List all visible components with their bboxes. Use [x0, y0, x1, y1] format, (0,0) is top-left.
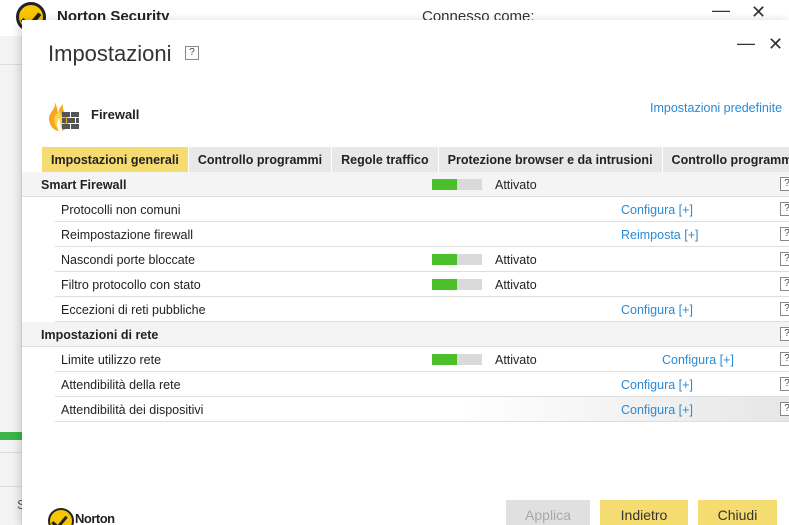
configure-link[interactable]: Configura [+]: [662, 353, 734, 367]
settings-section-header: Smart Firewall Attivato ?: [22, 172, 789, 197]
setting-label: Smart Firewall: [41, 178, 127, 192]
norton-logo-icon: [48, 508, 74, 525]
settings-row: Protocolli non comuni Configura [+] ?: [55, 197, 789, 222]
help-icon[interactable]: ?: [780, 302, 789, 316]
settings-section-header: Impostazioni di rete ?: [22, 322, 789, 347]
settings-dialog: Impostazioni ? — ✕ Firewall Impostazioni…: [22, 20, 789, 525]
side-divider: [0, 64, 22, 65]
configure-link[interactable]: Configura [+]: [621, 378, 693, 392]
default-settings-link[interactable]: Impostazioni predefinite: [650, 101, 782, 115]
side-divider: [0, 452, 22, 453]
toggle-fill: [432, 354, 457, 365]
settings-row: Nascondi porte bloccate Attivato ?: [55, 247, 789, 272]
reset-link[interactable]: Reimposta [+]: [621, 228, 698, 242]
tab-general-settings[interactable]: Impostazioni generali: [42, 147, 189, 172]
apply-button[interactable]: Applica: [506, 500, 590, 525]
setting-label: Attendibilità dei dispositivi: [61, 403, 204, 417]
main-window-minimize-icon[interactable]: —: [712, 0, 730, 21]
firewall-section-title: Firewall: [91, 107, 140, 122]
setting-status: Attivato: [495, 178, 537, 192]
setting-status: Attivato: [495, 278, 537, 292]
settings-row: Attendibilità della rete Configura [+] ?: [55, 372, 789, 397]
help-icon[interactable]: ?: [780, 277, 789, 291]
help-icon[interactable]: ?: [780, 252, 789, 266]
help-icon[interactable]: ?: [780, 327, 789, 341]
network-usage-limit-toggle[interactable]: [432, 354, 482, 365]
stateful-protocol-filter-toggle[interactable]: [432, 279, 482, 290]
toggle-fill: [432, 254, 457, 265]
settings-row: Reimpostazione firewall Reimposta [+] ?: [55, 222, 789, 247]
settings-row: Limite utilizzo rete Attivato Configura …: [55, 347, 789, 372]
tab-traffic-rules[interactable]: Regole traffico: [332, 147, 439, 172]
help-icon[interactable]: ?: [185, 46, 199, 60]
back-button[interactable]: Indietro: [600, 500, 688, 525]
help-icon[interactable]: ?: [780, 352, 789, 366]
help-icon[interactable]: ?: [780, 202, 789, 216]
setting-status: Attivato: [495, 353, 537, 367]
settings-row: Filtro protocollo con stato Attivato ?: [55, 272, 789, 297]
tab-browser-intrusion-protection[interactable]: Protezione browser e da intrusioni: [439, 147, 663, 172]
setting-label: Nascondi porte bloccate: [61, 253, 196, 267]
configure-link[interactable]: Configura [+]: [621, 403, 693, 417]
help-icon[interactable]: ?: [780, 377, 789, 391]
configure-link[interactable]: Configura [+]: [621, 303, 693, 317]
settings-row: Eccezioni di reti pubbliche Configura [+…: [55, 297, 789, 322]
help-icon[interactable]: ?: [780, 402, 789, 416]
settings-list: Smart Firewall Attivato ? Protocolli non…: [22, 172, 789, 422]
close-button[interactable]: Chiudi: [698, 500, 777, 525]
firewall-icon: [48, 102, 79, 131]
setting-label: Eccezioni di reti pubbliche: [61, 303, 206, 317]
help-icon[interactable]: ?: [780, 227, 789, 241]
configure-link[interactable]: Configura [+]: [621, 203, 693, 217]
setting-label: Filtro protocollo con stato: [61, 278, 201, 292]
tab-advanced-program-control[interactable]: Controllo programmi avanzato: [663, 147, 789, 172]
dialog-title: Impostazioni: [48, 41, 172, 66]
settings-row: Attendibilità dei dispositivi Configura …: [55, 397, 789, 422]
tab-program-control[interactable]: Controllo programmi: [189, 147, 333, 172]
setting-label: Limite utilizzo rete: [61, 353, 162, 367]
norton-brand: Norton: [75, 511, 115, 525]
setting-status: Attivato: [495, 253, 537, 267]
setting-label: Attendibilità della rete: [61, 378, 181, 392]
setting-label: Impostazioni di rete: [41, 328, 159, 342]
smart-firewall-toggle[interactable]: [432, 179, 482, 190]
setting-label: Reimpostazione firewall: [61, 228, 194, 242]
toggle-fill: [432, 179, 457, 190]
settings-tabs: Impostazioni generali Controllo programm…: [42, 147, 789, 172]
hide-blocked-ports-toggle[interactable]: [432, 254, 482, 265]
dialog-close-icon[interactable]: ✕: [768, 34, 783, 55]
dialog-minimize-icon[interactable]: —: [737, 33, 755, 54]
toggle-fill: [432, 279, 457, 290]
side-divider: [0, 486, 22, 487]
help-icon[interactable]: ?: [780, 177, 789, 191]
side-status-bar: [0, 432, 22, 440]
setting-label: Protocolli non comuni: [61, 203, 181, 217]
